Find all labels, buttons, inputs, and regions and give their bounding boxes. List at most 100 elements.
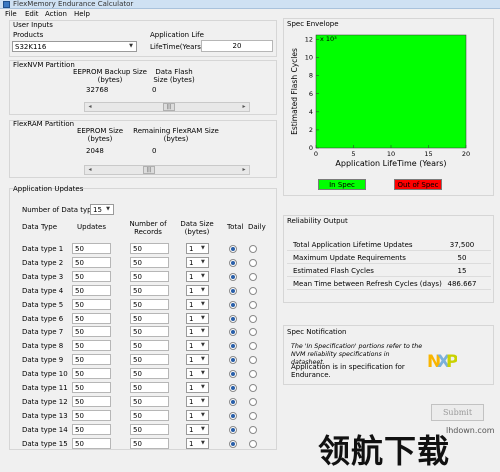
records-input[interactable]: 50 (130, 299, 169, 310)
records-input[interactable]: 50 (130, 326, 169, 337)
daily-radio[interactable] (249, 356, 257, 364)
updates-input[interactable]: 50 (72, 257, 111, 268)
daily-radio[interactable] (249, 342, 257, 350)
data-size-select[interactable]: 1 ▼ (186, 313, 209, 324)
updates-input[interactable]: 50 (72, 313, 111, 324)
chevron-down-icon: ▼ (201, 398, 205, 404)
menu-edit[interactable]: Edit (25, 10, 39, 18)
data-size-select[interactable]: 1 ▼ (186, 396, 209, 407)
data-size-select[interactable]: 1 ▼ (186, 382, 209, 393)
total-radio[interactable] (229, 273, 237, 281)
total-radio[interactable] (229, 370, 237, 378)
slider-thumb[interactable]: ||| (163, 103, 175, 111)
daily-radio[interactable] (249, 301, 257, 309)
records-input[interactable]: 50 (130, 368, 169, 379)
data-size-select[interactable]: 1 ▼ (186, 438, 209, 449)
updates-input[interactable]: 50 (72, 243, 111, 254)
submit-button[interactable]: Submit (431, 404, 484, 421)
data-size-select[interactable]: 1 ▼ (186, 326, 209, 337)
menu-help[interactable]: Help (74, 10, 90, 18)
records-input[interactable]: 50 (130, 257, 169, 268)
data-size-select[interactable]: 1 ▼ (186, 243, 209, 254)
total-radio[interactable] (229, 356, 237, 364)
total-radio[interactable] (229, 342, 237, 350)
updates-input[interactable]: 50 (72, 396, 111, 407)
updates-input[interactable]: 50 (72, 424, 111, 435)
data-size-select[interactable]: 1 ▼ (186, 285, 209, 296)
y-tick-label: 0 (309, 144, 313, 152)
num-types-select[interactable]: 15 ▼ (90, 204, 114, 215)
chevron-down-icon: ▼ (201, 287, 205, 293)
y-tick-label: 12 (305, 36, 313, 44)
records-input[interactable]: 50 (130, 271, 169, 282)
total-radio[interactable] (229, 412, 237, 420)
records-input[interactable]: 50 (130, 396, 169, 407)
total-radio[interactable] (229, 426, 237, 434)
daily-radio[interactable] (249, 440, 257, 448)
flexram-title: FlexRAM Partition (13, 120, 75, 128)
chevron-right-icon[interactable]: ▸ (239, 103, 249, 111)
daily-radio[interactable] (249, 259, 257, 267)
slider-thumb[interactable]: ||| (143, 166, 155, 174)
updates-input[interactable]: 50 (72, 271, 111, 282)
daily-radio[interactable] (249, 287, 257, 295)
total-radio[interactable] (229, 301, 237, 309)
daily-radio[interactable] (249, 412, 257, 420)
daily-radio[interactable] (249, 384, 257, 392)
updates-input[interactable]: 50 (72, 410, 111, 421)
menu-action[interactable]: Action (45, 10, 67, 18)
daily-radio[interactable] (249, 398, 257, 406)
records-input[interactable]: 50 (130, 313, 169, 324)
daily-radio[interactable] (249, 426, 257, 434)
updates-input[interactable]: 50 (72, 354, 111, 365)
updates-input[interactable]: 50 (72, 285, 111, 296)
records-input[interactable]: 50 (130, 410, 169, 421)
data-size-select[interactable]: 1 ▼ (186, 257, 209, 268)
chevron-left-icon[interactable]: ◂ (85, 103, 95, 111)
svg-text:P: P (446, 352, 457, 370)
records-input[interactable]: 50 (130, 354, 169, 365)
lifetime-input[interactable]: 20 (201, 40, 273, 52)
chevron-right-icon[interactable]: ▸ (239, 166, 249, 174)
records-input[interactable]: 50 (130, 285, 169, 296)
data-size-select[interactable]: 1 ▼ (186, 271, 209, 282)
updates-input[interactable]: 50 (72, 438, 111, 449)
data-size-select[interactable]: 1 ▼ (186, 340, 209, 351)
records-input[interactable]: 50 (130, 340, 169, 351)
updates-input[interactable]: 50 (72, 368, 111, 379)
daily-radio[interactable] (249, 370, 257, 378)
daily-radio[interactable] (249, 245, 257, 253)
daily-radio[interactable] (249, 315, 257, 323)
total-radio[interactable] (229, 287, 237, 295)
data-size-select[interactable]: 1 ▼ (186, 299, 209, 310)
data-size-select[interactable]: 1 ▼ (186, 354, 209, 365)
flexram-slider[interactable]: ◂ ||| ▸ (84, 165, 250, 175)
updates-input[interactable]: 50 (72, 382, 111, 393)
updates-input[interactable]: 50 (72, 326, 111, 337)
chevron-left-icon[interactable]: ◂ (85, 166, 95, 174)
products-select[interactable]: S32K116 ▼ (12, 41, 137, 52)
daily-radio[interactable] (249, 273, 257, 281)
updates-input[interactable]: 50 (72, 299, 111, 310)
data-size-select[interactable]: 1 ▼ (186, 424, 209, 435)
daily-radio[interactable] (249, 328, 257, 336)
records-input[interactable]: 50 (130, 438, 169, 449)
data-size-select[interactable]: 1 ▼ (186, 368, 209, 379)
total-radio[interactable] (229, 245, 237, 253)
flexnvm-slider[interactable]: ◂ ||| ▸ (84, 102, 250, 112)
spec-envelope-chart: 0 5 10 15 20 0 2 4 6 8 10 12 x 10³ Application Lif… (286, 28, 492, 178)
total-radio[interactable] (229, 328, 237, 336)
records-input[interactable]: 50 (130, 424, 169, 435)
updates-input[interactable]: 50 (72, 340, 111, 351)
menu-file[interactable]: File (5, 10, 17, 18)
data-size-select[interactable]: 1 ▼ (186, 410, 209, 421)
total-radio[interactable] (229, 259, 237, 267)
data-size-value: 1 (189, 287, 194, 295)
total-radio[interactable] (229, 315, 237, 323)
total-radio[interactable] (229, 440, 237, 448)
data-type-name: Data type 1 (22, 245, 64, 253)
records-input[interactable]: 50 (130, 243, 169, 254)
total-radio[interactable] (229, 384, 237, 392)
total-radio[interactable] (229, 398, 237, 406)
records-input[interactable]: 50 (130, 382, 169, 393)
